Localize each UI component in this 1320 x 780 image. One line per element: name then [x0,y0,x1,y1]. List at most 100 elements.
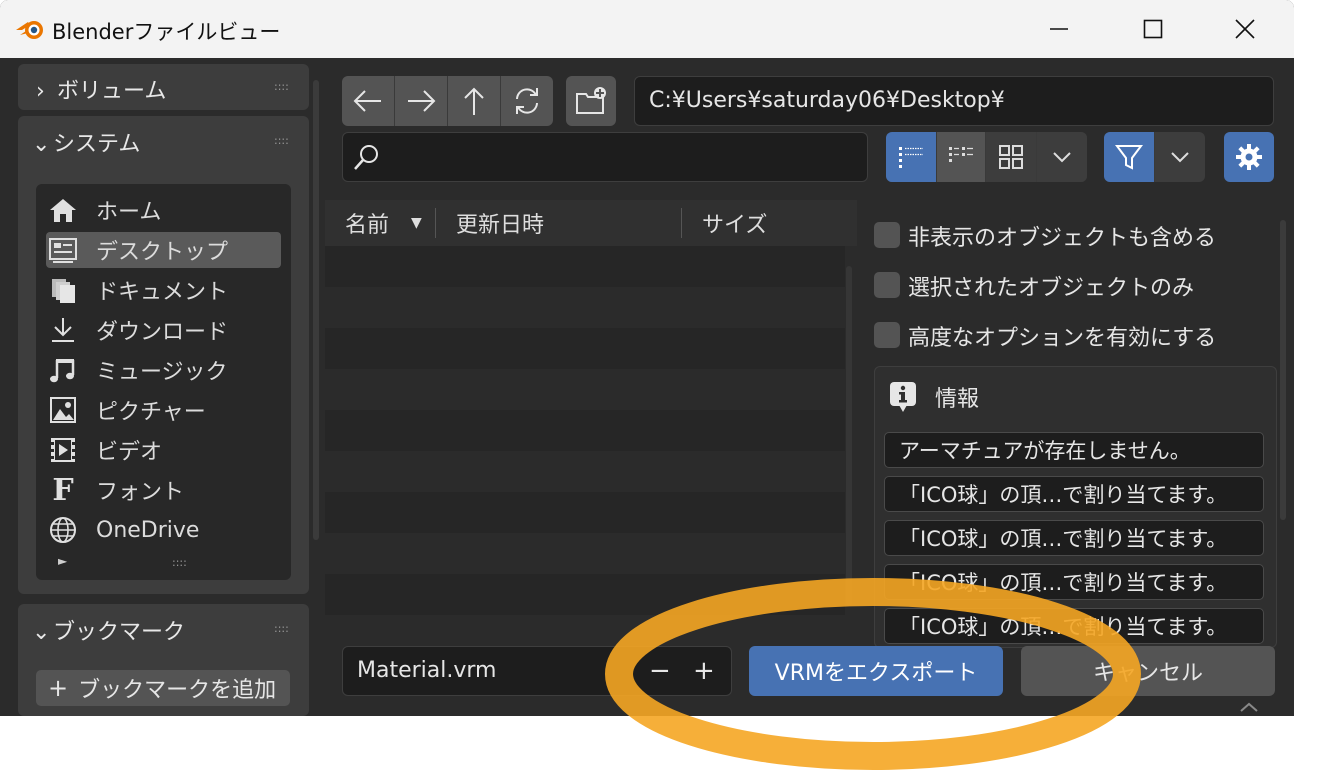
refresh-icon [516,88,538,114]
column-size-label: サイズ [702,213,768,238]
column-date-header[interactable]: 更新日時 [456,200,544,246]
file-list[interactable] [325,246,855,630]
selected-only-checkbox[interactable] [874,272,900,298]
music-icon [48,355,78,385]
list-row [325,246,845,287]
column-date-label: 更新日時 [456,213,545,238]
close-button[interactable] [1198,0,1292,58]
place-desktop[interactable]: デスクトップ [46,232,281,268]
advanced-options-label: 高度なオプションを有効にする [908,326,1217,351]
expand-arrow-icon[interactable]: ► [58,554,67,568]
forward-button[interactable] [395,76,448,126]
chevron-up-icon[interactable] [1238,700,1260,714]
drag-grip-icon[interactable]: :::: [172,556,187,569]
file-list-scrollbar[interactable] [846,266,852,606]
bookmarks-header[interactable]: ⌄ ブックマーク [32,614,185,646]
system-label: システム [53,132,141,157]
search-field[interactable] [342,132,868,182]
drag-grip-icon[interactable]: :::: [274,80,289,93]
settings-button-inner [1224,132,1274,182]
place-home[interactable]: ホーム [46,192,281,228]
column-name-header[interactable]: 名前 ▼ [345,200,422,246]
thumbnails-button[interactable] [986,132,1037,182]
list-row [325,328,845,369]
blender-logo-icon [16,21,43,39]
place-label: OneDrive [96,517,200,543]
refresh-button[interactable] [501,76,553,126]
column-divider [681,208,682,238]
advanced-options-checkbox[interactable] [874,322,900,348]
place-label: ビデオ [96,440,163,465]
export-vrm-button[interactable]: VRMをエクスポート [749,646,1003,696]
horizontal-list-button[interactable] [937,132,986,182]
list-row [325,451,845,492]
drag-grip-icon[interactable]: :::: [274,134,289,147]
settings-button[interactable] [1224,132,1274,182]
arrow-left-icon [353,90,381,112]
path-text: C:¥Users¥saturday06¥Desktop¥ [649,88,1005,113]
close-icon [1235,19,1255,39]
path-field[interactable]: C:¥Users¥saturday06¥Desktop¥ [634,76,1274,126]
place-videos[interactable]: ビデオ [46,432,281,468]
new-folder-icon [576,87,606,114]
maximize-button[interactable] [1106,0,1200,58]
info-message: 「ICO球」の頂…で割り当てます。 [884,520,1264,556]
filter-toggle-button[interactable] [1104,132,1155,182]
minimize-button[interactable] [1012,0,1106,58]
list-row [325,369,845,410]
info-message: 「ICO球」の頂…で割り当てます。 [884,608,1264,644]
export-vrm-label: VRMをエクスポート [774,661,978,686]
list-view-icon [899,147,923,168]
drag-grip-icon[interactable]: :::: [274,622,289,635]
cancel-label: キャンセル [1092,661,1203,686]
decrement-filename-button[interactable]: − [649,656,671,686]
display-options-dropdown[interactable] [1037,132,1087,182]
column-name-label: 名前 [345,213,390,238]
arrow-right-icon [408,90,436,112]
add-bookmark-button[interactable]: + ブックマークを追加 [36,670,290,706]
place-pictures[interactable]: ピクチャー [46,392,281,428]
list-row [325,287,845,328]
back-button[interactable] [342,76,395,126]
column-view-icon [949,147,973,162]
vertical-list-button[interactable] [886,132,937,182]
place-onedrive[interactable]: OneDrive [46,512,281,548]
system-header[interactable]: ⌄ システム [32,126,140,158]
increment-filename-button[interactable]: + [693,656,715,686]
filename-field[interactable]: Material.vrm − + [342,646,732,696]
new-directory-button[interactable] [566,76,616,126]
column-divider [435,208,436,238]
place-label: ミュージック [96,360,228,385]
parent-directory-button[interactable] [448,76,501,126]
sidebar-scrollbar[interactable] [313,80,319,540]
place-label: ピクチャー [96,400,206,425]
search-icon [354,145,378,170]
list-row [325,533,845,574]
volumes-label: ボリューム [57,79,167,104]
grid-view-icon [999,145,1023,169]
column-size-header[interactable]: サイズ [702,200,767,246]
pictures-icon [48,395,78,425]
place-downloads[interactable]: ダウンロード [46,312,281,348]
new-directory-group [566,76,616,126]
options-scrollbar[interactable] [1280,220,1286,520]
filter-group [1104,132,1205,182]
place-label: ドキュメント [96,280,229,305]
globe-icon [48,515,78,545]
filename-text: Material.vrm [357,658,497,683]
info-title: 情報 [935,387,980,412]
chevron-right-icon: › [36,79,45,104]
gear-icon [1236,144,1262,170]
place-fonts[interactable]: F フォント [46,472,281,508]
filter-icon [1115,145,1143,170]
cancel-button[interactable]: キャンセル [1021,646,1275,696]
documents-icon [48,275,78,305]
selected-only-label: 選択されたオブジェクトのみ [908,276,1195,301]
place-documents[interactable]: ドキュメント [46,272,281,308]
include-hidden-checkbox[interactable] [874,222,900,248]
filter-options-dropdown[interactable] [1155,132,1205,182]
place-music[interactable]: ミュージック [46,352,281,388]
place-label: ホーム [96,200,162,225]
window-title: Blenderファイルビュー [52,20,281,44]
volumes-panel[interactable]: › ボリューム :::: [18,64,309,110]
